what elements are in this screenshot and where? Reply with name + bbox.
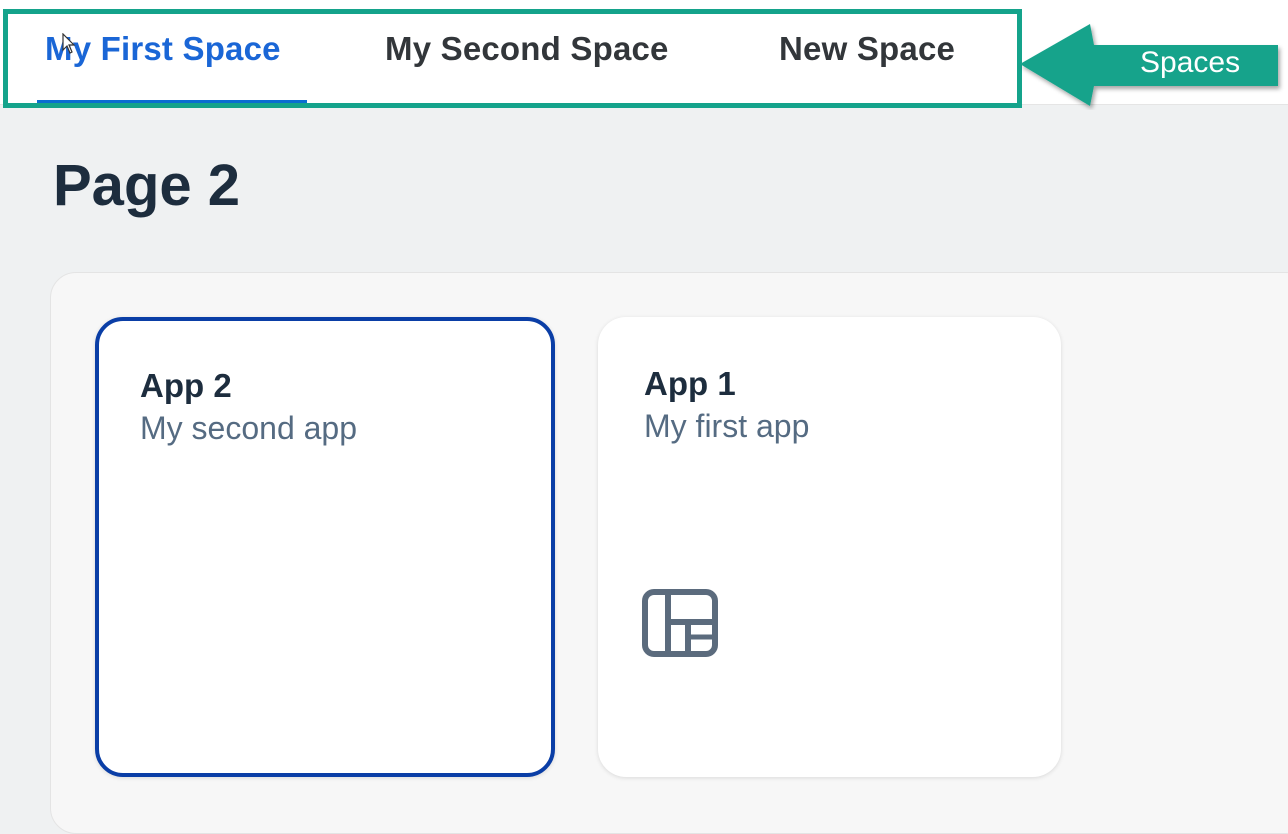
tab-my-second-space[interactable]: My Second Space [385, 30, 669, 68]
mouse-cursor-icon [62, 33, 76, 54]
tile-subtitle: My first app [644, 408, 810, 444]
tile-app-2[interactable]: App 2 My second app [95, 317, 555, 777]
tile-app-1[interactable]: App 1 My first app [598, 317, 1061, 777]
tab-new-space[interactable]: New Space [779, 30, 955, 68]
layout-grid-icon [642, 589, 718, 657]
tile-title: App 1 [644, 365, 736, 402]
callout-label: Spaces [1140, 46, 1241, 79]
active-tab-indicator [37, 100, 307, 104]
tab-my-first-space[interactable]: My First Space [45, 30, 281, 68]
tile-subtitle: My second app [140, 410, 358, 446]
tile-title: App 2 [140, 367, 232, 404]
page-title: Page 2 [53, 153, 240, 218]
